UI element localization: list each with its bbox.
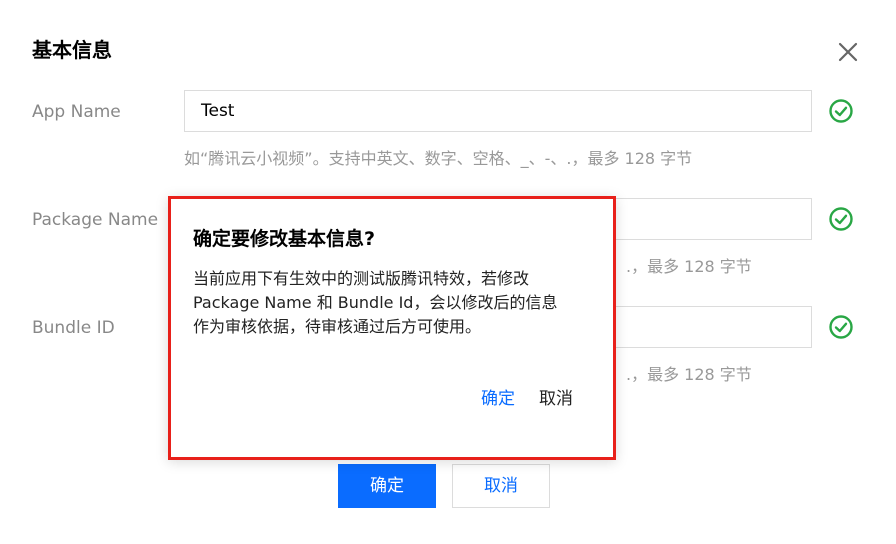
- check-circle-icon: [828, 98, 854, 124]
- confirm-popover-title: 确定要修改基本信息?: [193, 228, 376, 250]
- bundle-id-hint: .，最多 128 字节: [626, 365, 752, 384]
- confirm-popover: 确定要修改基本信息? 当前应用下有生效中的测试版腾讯特效，若修改 Package…: [168, 196, 616, 460]
- package-name-label: Package Name: [32, 210, 159, 230]
- confirm-body-line: Package Name 和 Bundle Id，会以修改后的信息: [193, 293, 558, 312]
- confirm-body-line: 作为审核依据，待审核通过后方可使用。: [193, 317, 482, 336]
- check-circle-icon: [828, 314, 854, 340]
- popover-confirm-button[interactable]: 确定: [481, 387, 515, 411]
- check-circle-icon: [828, 206, 854, 232]
- bundle-id-label: Bundle ID: [32, 318, 115, 338]
- popover-cancel-button[interactable]: 取消: [539, 387, 573, 411]
- package-name-hint: .，最多 128 字节: [626, 257, 752, 276]
- confirm-body-line: 当前应用下有生效中的测试版腾讯特效，若修改: [193, 269, 530, 288]
- confirm-button[interactable]: 确定: [338, 464, 436, 508]
- close-icon[interactable]: [834, 38, 862, 66]
- app-name-input[interactable]: Test: [184, 90, 812, 132]
- confirm-popover-body: 当前应用下有生效中的测试版腾讯特效，若修改 Package Name 和 Bun…: [193, 267, 593, 339]
- app-name-hint: 如“腾讯云小视频”。支持中英文、数字、空格、_、-、.，最多 128 字节: [184, 149, 693, 168]
- app-name-label: App Name: [32, 102, 121, 122]
- cancel-button[interactable]: 取消: [452, 464, 550, 508]
- dialog-title: 基本信息: [32, 38, 112, 62]
- basic-info-dialog: 基本信息 App Name Test 如“腾讯云小视频”。支持中英文、数字、空格…: [0, 0, 896, 544]
